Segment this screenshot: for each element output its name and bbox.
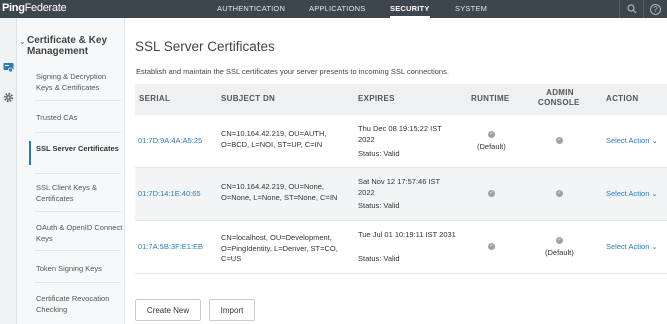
expires-date: Sat Nov 12 17:57:46 IST 2022 [358, 177, 440, 197]
nav-authentication[interactable]: AUTHENTICATION [217, 4, 285, 13]
page-description: Establish and maintain the SSL certifica… [136, 67, 449, 76]
icon-rail [0, 18, 17, 324]
admin-default: (Default) [545, 248, 574, 257]
expires-date: Thu Dec 08 19:15:22 IST 2022 [358, 124, 442, 144]
subject-dn: CN=10.164.42.219, OU=AUTH, O=BCD, L=NOI,… [221, 129, 327, 149]
select-action-label: Select Action [606, 242, 650, 251]
search-button[interactable] [619, 0, 643, 18]
sidebar-item-oauth-openid[interactable]: OAuth & OpenID Connect Keys [36, 222, 124, 244]
sidebar: ⌄ Certificate & Key Management Signing &… [17, 18, 125, 324]
col-admin: ADMIN [546, 88, 574, 97]
help-icon: ? [650, 3, 661, 15]
subject-dn: CN=localhost, OU=Development, O=PingIden… [221, 233, 338, 263]
col-serial: SERIAL [139, 94, 171, 103]
sidebar-item-token-signing[interactable]: Token Signing Keys [36, 263, 124, 274]
chevron-down-icon[interactable]: ⌄ [19, 37, 26, 46]
select-action-label: Select Action [606, 136, 650, 145]
brand-logo[interactable]: PingFederate [2, 2, 67, 14]
nav-system[interactable]: SYSTEM [455, 4, 487, 13]
status-text: Status: Valid [358, 149, 400, 158]
sidebar-item-revocation-checking[interactable]: Certificate Revocation Checking [36, 293, 124, 315]
sidebar-divider [35, 282, 121, 283]
sidebar-divider [35, 250, 121, 251]
sidebar-item-signing-decryption[interactable]: Signing & Decryption Keys & Certificates [36, 71, 124, 93]
subject-dn: CN=10.164.42.219, OU=None, O=None, L=Non… [221, 182, 338, 202]
check-icon[interactable]: ✓ [556, 190, 563, 197]
expires-date: Tue Jul 01 10:19:11 IST 2031 [358, 230, 456, 239]
create-new-button[interactable]: Create New [135, 299, 201, 321]
col-subject-dn: SUBJECT DN [221, 94, 276, 103]
col-console: CONSOLE [538, 98, 580, 107]
active-indicator [29, 141, 31, 165]
chevron-down-icon: ⌄ [651, 136, 658, 145]
brand-regular: Federate [24, 2, 67, 14]
top-bar: PingFederate AUTHENTICATION APPLICATIONS… [0, 0, 667, 18]
sidebar-item-trusted-cas[interactable]: Trusted CAs [36, 112, 124, 123]
check-icon[interactable]: ✓ [488, 190, 495, 197]
col-action: ACTION [606, 94, 639, 103]
certificate-icon[interactable] [3, 62, 14, 73]
table-row: 01:7D:9A:4A:A5:25 CN=10.164.42.219, OU=A… [135, 115, 667, 168]
sidebar-divider [35, 173, 121, 174]
import-button[interactable]: Import [209, 299, 255, 321]
check-icon: ✓ [488, 131, 495, 138]
sidebar-item-ssl-client-keys[interactable]: SSL Client Keys & Certificates [36, 182, 124, 204]
nav-security[interactable]: SECURITY [390, 4, 430, 18]
select-action-label: Select Action [606, 189, 650, 198]
sidebar-divider [35, 132, 121, 133]
check-icon[interactable]: ✓ [556, 137, 563, 144]
sidebar-divider [35, 100, 121, 101]
sidebar-item-ssl-server-certificates[interactable]: SSL Server Certificates [36, 143, 124, 154]
gear-icon[interactable] [3, 92, 14, 103]
serial-link[interactable]: 01:7D:9A:4A:A5:25 [138, 136, 202, 147]
check-icon: ✓ [556, 237, 563, 244]
select-action-dropdown[interactable]: Select Action ⌄ [606, 189, 658, 198]
select-action-dropdown[interactable]: Select Action ⌄ [606, 242, 658, 251]
col-expires: EXPIRES [358, 94, 395, 103]
chevron-down-icon: ⌄ [651, 242, 658, 251]
select-action-dropdown[interactable]: Select Action ⌄ [606, 136, 658, 145]
check-icon[interactable]: ✓ [488, 243, 495, 250]
table-row: 01:7D:14:1E:40:65 CN=10.164.42.219, OU=N… [135, 168, 667, 221]
status-text: Status: Valid [358, 201, 400, 210]
page-title: SSL Server Certificates [135, 39, 275, 54]
table-header: SERIAL SUBJECT DN EXPIRES RUNTIME ADMIN … [135, 84, 667, 115]
status-text: Status: Valid [358, 254, 400, 263]
table-row: 01:7A:5B:3F:E1:EB CN=localhost, OU=Devel… [135, 221, 667, 274]
sidebar-divider [35, 211, 121, 212]
brand-bold: Ping [2, 2, 25, 14]
serial-link[interactable]: 01:7A:5B:3F:E1:EB [138, 242, 203, 253]
serial-link[interactable]: 01:7D:14:1E:40:65 [138, 189, 201, 200]
col-runtime: RUNTIME [471, 94, 510, 103]
nav-applications[interactable]: APPLICATIONS [309, 4, 365, 13]
chevron-down-icon: ⌄ [651, 189, 658, 198]
runtime-default: (Default) [477, 142, 506, 151]
help-button[interactable]: ? [643, 0, 667, 18]
search-icon [626, 4, 636, 14]
sidebar-header[interactable]: Certificate & Key Management [27, 35, 119, 57]
